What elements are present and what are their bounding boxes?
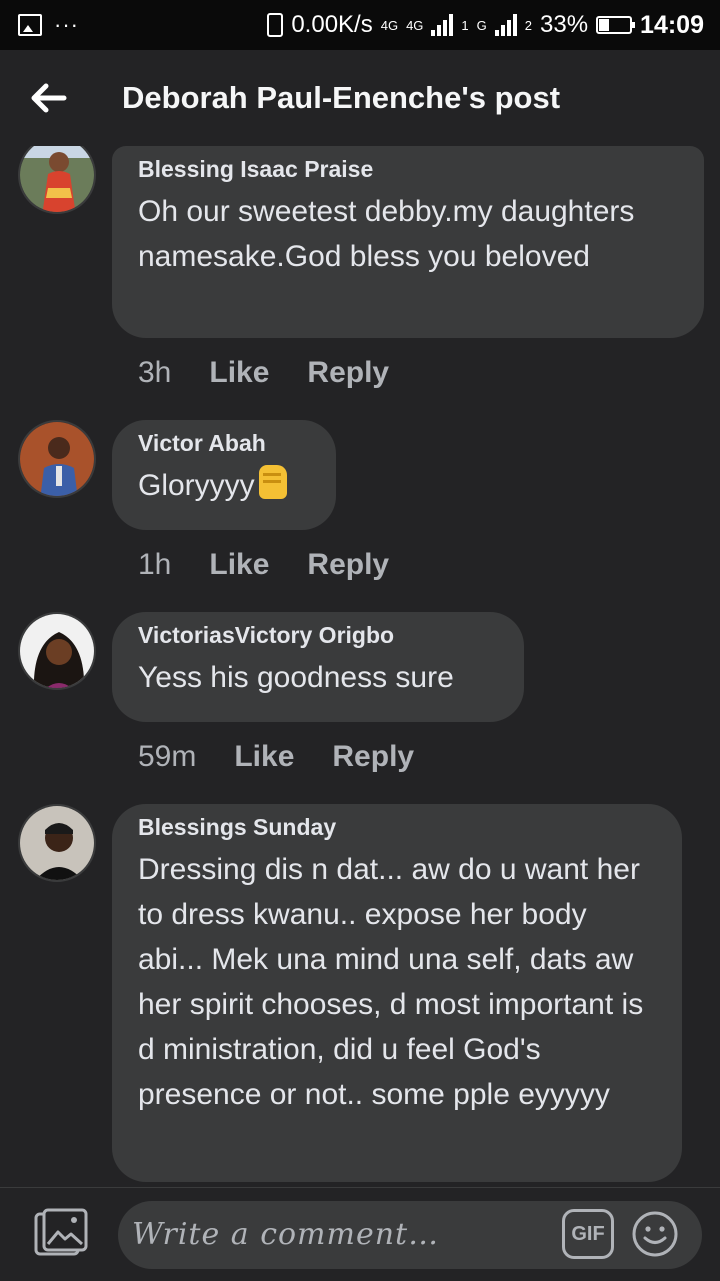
comment-bubble[interactable]: Blessing Isaac Praise Oh our sweetest de…: [112, 146, 704, 338]
status-bar: ··· 0.00K/s 4G 4G 1 G 2 33% 14:09: [0, 0, 720, 50]
network-type-1: 4G: [380, 17, 399, 33]
photo-icon[interactable]: [34, 1208, 88, 1258]
comment-text: Oh our sweetest debby.my daughters names…: [138, 195, 635, 273]
signal-sim2-icon: [494, 14, 517, 36]
vibrate-icon: [267, 13, 284, 37]
comments-list[interactable]: Blessing Isaac Praise Oh our sweetest de…: [0, 146, 720, 1186]
comment-actions: 1h Like Reply: [138, 548, 389, 582]
comment-text: Gloryyyy: [138, 469, 255, 502]
comment-input[interactable]: Write a comment… GIF: [118, 1201, 702, 1269]
comment-author[interactable]: Victor Abah: [138, 430, 310, 457]
reply-button[interactable]: Reply: [307, 356, 389, 390]
status-bar-right: 0.00K/s 4G 4G 1 G 2 33% 14:09: [267, 11, 704, 40]
comment-author[interactable]: Blessings Sunday: [138, 814, 656, 841]
avatar[interactable]: [18, 146, 96, 214]
like-button[interactable]: Like: [209, 356, 269, 390]
comment-bubble[interactable]: Blessings Sunday Dressing dis n dat... a…: [112, 804, 682, 1182]
comment-input-placeholder: Write a comment…: [132, 1217, 440, 1252]
battery-icon: [596, 16, 636, 34]
avatar-photo-icon: [20, 614, 94, 688]
avatar-photo-icon: [20, 806, 94, 880]
comment-time: 1h: [138, 548, 172, 581]
comment-text: Dressing dis n dat... aw do u want her t…: [138, 853, 644, 1111]
sim2-label: 2: [524, 17, 532, 33]
avatar[interactable]: [18, 612, 96, 690]
avatar[interactable]: [18, 420, 96, 498]
like-button[interactable]: Like: [209, 548, 269, 582]
comment-author[interactable]: Blessing Isaac Praise: [138, 156, 678, 183]
avatar-photo-icon: [20, 146, 94, 212]
sim1-label: 1: [461, 17, 469, 33]
comment-bubble[interactable]: Victor Abah Gloryyyy: [112, 420, 336, 530]
comment-composer: Write a comment… GIF: [0, 1187, 720, 1281]
reply-button[interactable]: Reply: [307, 548, 389, 582]
comment-actions: 3h Like Reply: [138, 356, 389, 390]
network-type-3: G: [476, 17, 487, 33]
gallery-notification-icon: [18, 14, 42, 36]
battery-percent: 33%: [540, 11, 589, 38]
comment-time: 3h: [138, 356, 172, 389]
post-header: Deborah Paul-Enenche's post: [0, 50, 720, 146]
comment-text: Yess his goodness sure: [138, 661, 454, 694]
status-bar-left: ···: [18, 12, 79, 38]
comment-text-row: Gloryyyy: [138, 463, 310, 508]
comment-actions: 59m Like Reply: [138, 740, 414, 774]
arrow-left-icon[interactable]: [28, 78, 68, 118]
page-title: Deborah Paul-Enenche's post: [122, 80, 561, 115]
like-button[interactable]: Like: [234, 740, 294, 774]
clock: 14:09: [640, 10, 704, 39]
raised-fist-icon: [258, 465, 287, 499]
avatar-photo-icon: [20, 422, 94, 496]
gif-icon[interactable]: GIF: [562, 1209, 614, 1259]
smiley-icon[interactable]: [630, 1209, 680, 1259]
comment-bubble[interactable]: VictoriasVictory Origbo Yess his goodnes…: [112, 612, 524, 722]
signal-sim1-icon: [431, 14, 454, 36]
reply-button[interactable]: Reply: [332, 740, 414, 774]
comment-time: 59m: [138, 740, 197, 773]
comment-author[interactable]: VictoriasVictory Origbo: [138, 622, 498, 649]
avatar[interactable]: [18, 804, 96, 882]
network-type-2: 4G: [406, 17, 424, 33]
more-notifications-indicator: ···: [54, 12, 79, 37]
network-speed: 0.00K/s: [291, 11, 373, 38]
